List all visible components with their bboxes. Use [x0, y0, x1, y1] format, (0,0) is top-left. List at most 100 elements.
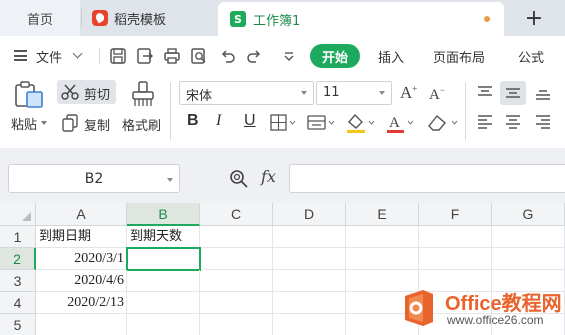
copy-button[interactable]: 复制 [84, 115, 110, 134]
print-preview-icon[interactable] [189, 46, 209, 66]
row-header-5[interactable]: 5 [0, 314, 36, 335]
cell-d3[interactable] [273, 270, 346, 292]
customize-toolbar-icon[interactable] [279, 46, 299, 66]
cell-a2[interactable]: 2020/3/1 [36, 248, 127, 270]
paste-button[interactable]: 粘贴 [11, 114, 37, 133]
cell-a1[interactable]: 到期日期 [36, 226, 127, 248]
column-header-b[interactable]: B [127, 203, 200, 226]
export-pdf-icon[interactable] [135, 46, 155, 66]
cut-label: 剪切 [84, 88, 111, 103]
chevron-down-icon [167, 178, 173, 182]
tab-start[interactable]: 开始 [310, 44, 360, 68]
cell-c3[interactable] [200, 270, 273, 292]
decrease-font-size-icon[interactable]: A− [429, 85, 445, 104]
column-header-a[interactable]: A [36, 203, 127, 226]
italic-button[interactable]: I [216, 112, 221, 130]
save-icon[interactable] [108, 46, 128, 66]
cell-b1[interactable]: 到期天数 [127, 226, 200, 248]
align-middle-icon[interactable] [504, 85, 522, 101]
increase-font-size-icon[interactable]: A+ [400, 83, 417, 103]
ribbon-divider [465, 82, 466, 140]
hamburger-menu-icon[interactable] [14, 50, 27, 61]
zoom-icon[interactable] [229, 169, 249, 189]
cell-d2[interactable] [273, 248, 346, 270]
cell-a5[interactable] [36, 314, 127, 335]
format-painter-icon[interactable] [130, 80, 156, 108]
cell-g1[interactable] [492, 226, 565, 248]
cell-d1[interactable] [273, 226, 346, 248]
tab-divider [81, 9, 82, 27]
chevron-down-icon[interactable] [72, 48, 83, 59]
cell-c1[interactable] [200, 226, 273, 248]
cell-b3[interactable] [127, 270, 200, 292]
redo-icon[interactable] [244, 46, 264, 66]
bold-button[interactable]: B [187, 112, 199, 130]
column-header-d[interactable]: D [273, 203, 346, 226]
cell-f1[interactable] [419, 226, 492, 248]
watermark-url: www.office26.com [447, 313, 544, 327]
font-name-select[interactable]: 宋体 [179, 81, 314, 105]
align-left-icon[interactable] [476, 114, 494, 132]
row-header-4[interactable]: 4 [0, 292, 36, 314]
align-top-icon[interactable] [476, 85, 494, 101]
name-box[interactable]: B2 [8, 164, 180, 193]
tab-page-layout[interactable]: 页面布局 [433, 47, 485, 66]
select-all-button[interactable] [0, 203, 36, 226]
column-header-c[interactable]: C [200, 203, 273, 226]
align-right-icon[interactable] [534, 114, 552, 132]
tab-formulas[interactable]: 公式 [518, 47, 544, 66]
cell-d5[interactable] [273, 314, 346, 335]
column-header-f[interactable]: F [419, 203, 492, 226]
cell-e1[interactable] [346, 226, 419, 248]
scissors-icon [61, 84, 79, 100]
format-painter-button[interactable]: 格式刷 [122, 115, 161, 134]
cell-b5[interactable] [127, 314, 200, 335]
copy-icon[interactable] [62, 114, 79, 132]
cell-c4[interactable] [200, 292, 273, 314]
name-box-value: B2 [84, 170, 104, 187]
cell-c5[interactable] [200, 314, 273, 335]
wps-logo-icon [92, 10, 108, 26]
font-name-value: 宋体 [186, 89, 213, 104]
cell-f2[interactable] [419, 248, 492, 270]
cell-b2-selected[interactable] [126, 247, 201, 271]
underline-button[interactable]: U [244, 112, 256, 130]
cell-d4[interactable] [273, 292, 346, 314]
cell-b4[interactable] [127, 292, 200, 314]
cell-e2[interactable] [346, 248, 419, 270]
formula-input[interactable] [289, 164, 565, 193]
cell-a3[interactable]: 2020/4/6 [36, 270, 127, 292]
tab-template-label: 稻壳模板 [114, 12, 167, 28]
spreadsheet-icon: S [230, 11, 246, 27]
row-header-1[interactable]: 1 [0, 226, 36, 248]
font-color-icon[interactable]: A [385, 112, 415, 134]
paste-dropdown-icon[interactable] [41, 121, 47, 125]
column-header-e[interactable]: E [346, 203, 419, 226]
new-tab-button[interactable]: + [514, 0, 554, 36]
align-bottom-icon[interactable] [534, 85, 552, 101]
tab-insert[interactable]: 插入 [378, 47, 404, 66]
ribbon-spacer [0, 148, 565, 161]
print-icon[interactable] [162, 46, 182, 66]
tab-workbook[interactable]: S 工作簿1 [218, 2, 504, 36]
cell-c2[interactable] [201, 248, 273, 270]
cell-a4[interactable]: 2020/2/13 [36, 292, 127, 314]
row-header-2[interactable]: 2 [0, 248, 36, 270]
font-size-select[interactable]: 11 [316, 81, 392, 105]
column-header-g[interactable]: G [492, 203, 565, 226]
border-icon[interactable] [270, 114, 296, 132]
undo-icon[interactable] [218, 46, 238, 66]
paste-icon[interactable] [14, 81, 46, 109]
menu-file[interactable]: 文件 [36, 47, 62, 66]
tab-workbook-label: 工作簿1 [253, 13, 301, 29]
tab-template[interactable]: 稻壳模板 [92, 0, 212, 36]
fill-color-icon[interactable] [345, 112, 375, 134]
tab-home[interactable]: 首页 [0, 0, 80, 36]
eraser-icon[interactable] [425, 112, 459, 134]
insert-function-button[interactable]: fx [261, 167, 276, 186]
row-header-3[interactable]: 3 [0, 270, 36, 292]
fill-pattern-icon[interactable] [307, 114, 335, 132]
cell-g2[interactable] [492, 248, 565, 270]
align-center-icon[interactable] [504, 114, 522, 132]
ribbon-divider [170, 82, 171, 140]
